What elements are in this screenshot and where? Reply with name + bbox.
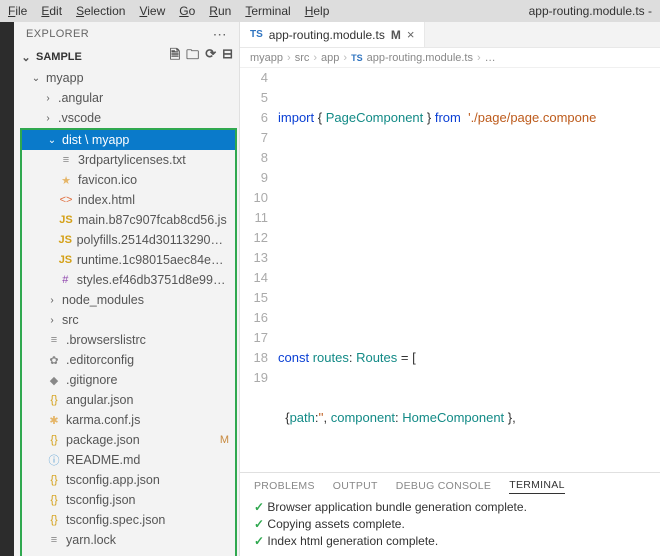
tab-app-routing[interactable]: TS app-routing.module.ts M ×	[240, 22, 425, 47]
terminal-body[interactable]: ✓ Browser application bundle generation …	[240, 499, 660, 556]
panel-tabs: PROBLEMS OUTPUT DEBUG CONSOLE TERMINAL	[240, 473, 660, 499]
editor-tabs: TS app-routing.module.ts M ×	[240, 22, 660, 48]
panel-tab-problems[interactable]: PROBLEMS	[254, 480, 315, 492]
collapse-icon[interactable]: ⊟	[222, 46, 233, 68]
menu-file[interactable]: File	[8, 4, 27, 18]
menu-view[interactable]: View	[139, 4, 165, 18]
menu-help[interactable]: Help	[305, 4, 330, 18]
code-editor[interactable]: 4567 891011 12131415 16171819 import { P…	[240, 68, 660, 472]
bottom-panel: PROBLEMS OUTPUT DEBUG CONSOLE TERMINAL ✓…	[240, 472, 660, 556]
workspace-row[interactable]: ⌄ SAMPLE 🗎 🗀 ⟳ ⊟	[14, 46, 239, 68]
title-bar: File Edit Selection View Go Run Terminal…	[0, 0, 660, 22]
window-title: app-routing.module.ts -	[529, 4, 652, 18]
file-tree: ⌄myapp ›.angular ›.vscode ⌄dist \ myapp …	[14, 68, 239, 556]
file-tsconfig[interactable]: {}tsconfig.json	[22, 490, 235, 510]
menu-bar: File Edit Selection View Go Run Terminal…	[8, 4, 329, 18]
file-index[interactable]: <>index.html	[22, 190, 235, 210]
check-icon: ✓	[254, 517, 264, 531]
breadcrumb[interactable]: myapp› src› app› TS app-routing.module.t…	[240, 48, 660, 68]
tab-label: app-routing.module.ts	[269, 28, 385, 42]
folder-node-modules[interactable]: ›node_modules	[22, 290, 235, 310]
close-icon[interactable]: ×	[407, 27, 415, 42]
check-icon: ✓	[254, 534, 264, 548]
explorer-sidebar: EXPLORER ⋯ ⌄ SAMPLE 🗎 🗀 ⟳ ⊟ ⌄myapp ›.ang…	[14, 22, 240, 556]
chevron-down-icon: ⌄	[20, 51, 32, 64]
refresh-icon[interactable]: ⟳	[205, 46, 216, 68]
editor-area: TS app-routing.module.ts M × myapp› src›…	[240, 22, 660, 556]
folder-myapp[interactable]: ⌄myapp	[18, 68, 239, 88]
explorer-title: EXPLORER	[26, 28, 89, 40]
menu-selection[interactable]: Selection	[76, 4, 125, 18]
file-yarnlock[interactable]: ≡yarn.lock	[22, 530, 235, 550]
folder-dist-myapp[interactable]: ⌄dist \ myapp	[22, 130, 235, 150]
file-package-json[interactable]: {}package.jsonM	[22, 430, 235, 450]
explorer-header: EXPLORER ⋯	[14, 22, 239, 46]
file-styles-css[interactable]: #styles.ef46db3751d8e999.css	[22, 270, 235, 290]
dist-highlight: ⌄dist \ myapp ≡3rdpartylicenses.txt ★fav…	[20, 128, 237, 556]
file-main-js[interactable]: JSmain.b87c907fcab8cd56.js	[22, 210, 235, 230]
line-gutter: 4567 891011 12131415 16171819	[240, 68, 278, 472]
ts-icon: TS	[250, 29, 263, 40]
check-icon: ✓	[254, 500, 264, 514]
file-licenses[interactable]: ≡3rdpartylicenses.txt	[22, 150, 235, 170]
workspace-label: SAMPLE	[36, 51, 82, 63]
new-file-icon[interactable]: 🗎	[170, 46, 180, 68]
code-body[interactable]: import { PageComponent } from './page/pa…	[278, 68, 660, 472]
file-angular-json[interactable]: {}angular.json	[22, 390, 235, 410]
file-favicon[interactable]: ★favicon.ico	[22, 170, 235, 190]
tab-modified-badge: M	[391, 28, 401, 42]
file-karma[interactable]: ✱karma.conf.js	[22, 410, 235, 430]
activity-bar[interactable]	[0, 22, 14, 556]
file-polyfills-js[interactable]: JSpolyfills.2514d30113290032.js	[22, 230, 235, 250]
file-tsconfig-app[interactable]: {}tsconfig.app.json	[22, 470, 235, 490]
menu-edit[interactable]: Edit	[41, 4, 62, 18]
file-gitignore[interactable]: ◆.gitignore	[22, 370, 235, 390]
menu-go[interactable]: Go	[179, 4, 195, 18]
file-browserslist[interactable]: ≡.browserslistrc	[22, 330, 235, 350]
panel-tab-debug[interactable]: DEBUG CONSOLE	[396, 480, 492, 492]
menu-run[interactable]: Run	[209, 4, 231, 18]
file-runtime-js[interactable]: JSruntime.1c98015aec84e5af.js	[22, 250, 235, 270]
menu-terminal[interactable]: Terminal	[245, 4, 290, 18]
file-editorconfig[interactable]: ✿.editorconfig	[22, 350, 235, 370]
explorer-more-icon[interactable]: ⋯	[213, 26, 227, 43]
new-folder-icon[interactable]: 🗀	[186, 46, 199, 68]
folder-angular[interactable]: ›.angular	[18, 88, 239, 108]
folder-src[interactable]: ›src	[22, 310, 235, 330]
folder-vscode[interactable]: ›.vscode	[18, 108, 239, 128]
file-tsconfig-spec[interactable]: {}tsconfig.spec.json	[22, 510, 235, 530]
panel-tab-output[interactable]: OUTPUT	[333, 480, 378, 492]
file-readme[interactable]: ⓘREADME.md	[22, 450, 235, 470]
panel-tab-terminal[interactable]: TERMINAL	[509, 479, 565, 494]
